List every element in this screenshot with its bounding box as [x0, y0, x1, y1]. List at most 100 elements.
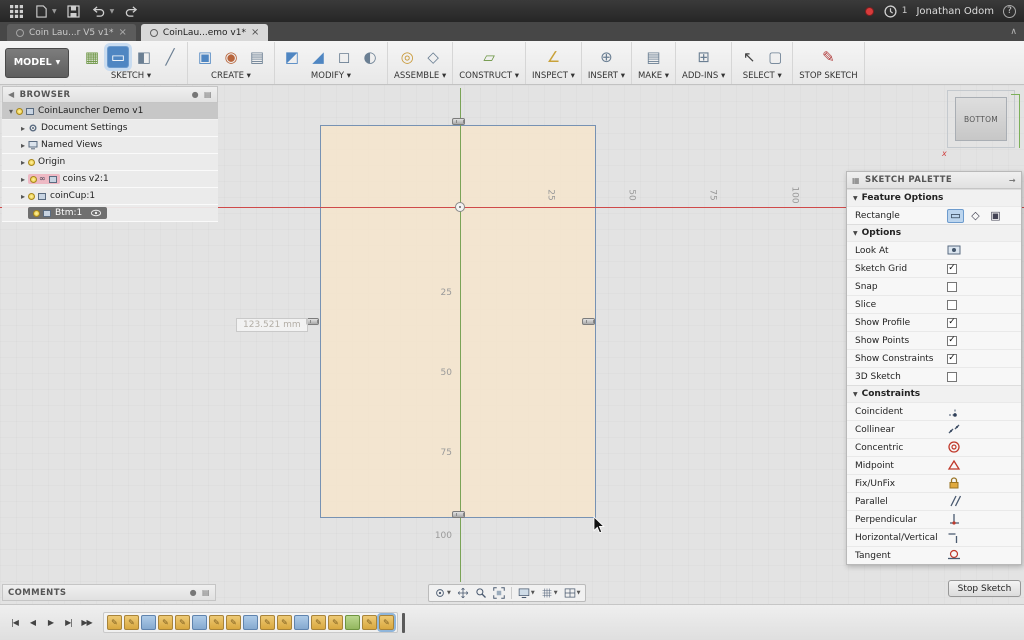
timeline-sketch-operation[interactable]: ✎ [226, 615, 241, 630]
app-menu-grid-icon[interactable] [8, 4, 24, 18]
document-tab-2-active[interactable]: CoinLau...emo v1* × [141, 24, 268, 41]
browser-item-named-views[interactable]: ▸Named Views [2, 137, 218, 154]
zoom-icon[interactable] [473, 585, 489, 601]
file-dropdown-caret-icon[interactable]: ▼ [52, 8, 57, 15]
rectangle-top-grip[interactable] [452, 118, 465, 125]
pattern-icon[interactable]: ▤ [246, 46, 268, 68]
browser-item-coincup-1[interactable]: ▸coinCup:1 [2, 188, 218, 205]
shell-icon[interactable]: ◻ [333, 46, 355, 68]
visibility-bulb-icon[interactable] [33, 210, 40, 217]
mirror-icon[interactable]: ◧ [133, 46, 155, 68]
visibility-bulb-icon[interactable] [28, 159, 35, 166]
origin-point[interactable] [455, 202, 465, 212]
step-forward-button[interactable]: ▶| [62, 616, 75, 630]
trim-icon[interactable]: ╱ [159, 46, 181, 68]
revolve-icon[interactable]: ◉ [220, 46, 242, 68]
slice-checkbox[interactable] [947, 300, 957, 310]
grid-settings-icon[interactable]: ▼ [539, 585, 560, 601]
orbit-icon[interactable]: ▼ [432, 585, 453, 601]
new-document-icon[interactable] [33, 4, 49, 18]
browser-item-origin[interactable]: ▸Origin [2, 154, 218, 171]
browser-item-document-settings[interactable]: ▸Document Settings [2, 120, 218, 137]
go-to-start-button[interactable]: |◀ [8, 616, 21, 630]
panel-options-icon[interactable]: ▤ [204, 90, 212, 99]
expand-arrow-icon[interactable]: ▸ [18, 158, 28, 167]
timeline-sketch-operation[interactable]: ✎ [328, 615, 343, 630]
rectangle-tool-icon[interactable]: ▭ [107, 46, 129, 68]
timeline-sketch-operation[interactable]: ✎ [107, 615, 122, 630]
timeline-sketch-operation[interactable]: ✎ [260, 615, 275, 630]
toolbar-menu-create[interactable]: CREATE ▾ [211, 71, 251, 81]
palette-section-options[interactable]: ▼Options [847, 224, 1021, 241]
timeline-sketch-operation[interactable]: ✎ [362, 615, 377, 630]
timeline-feature-operation[interactable] [192, 615, 207, 630]
perpendicular-icon[interactable] [947, 512, 962, 527]
toolbar-menu-select[interactable]: SELECT ▾ [743, 71, 782, 81]
expand-arrow-icon[interactable]: ▸ [18, 124, 28, 133]
go-to-end-button[interactable]: ▶▶ [80, 616, 93, 630]
look-at-icon[interactable] [947, 243, 962, 258]
record-dot-icon[interactable]: ● [190, 588, 197, 597]
toolbar-menu-sketch[interactable]: SKETCH ▾ [111, 71, 151, 81]
visibility-bulb-icon[interactable] [30, 176, 37, 183]
palette-section-feature-options[interactable]: ▼Feature Options [847, 189, 1021, 206]
toolbar-menu-inspect[interactable]: INSPECT ▾ [532, 71, 575, 81]
new-component-icon[interactable]: ◇ [422, 46, 444, 68]
toolbar-menu-insert[interactable]: INSERT ▾ [588, 71, 625, 81]
3d-print-icon[interactable]: ▤ [643, 46, 665, 68]
visibility-eye-icon[interactable] [90, 209, 102, 217]
visibility-bulb-icon[interactable] [28, 193, 35, 200]
undo-dropdown-caret-icon[interactable]: ▼ [110, 8, 115, 15]
collapse-panel-icon[interactable]: ◀ [8, 90, 15, 99]
notifications-indicator[interactable]: 1 [883, 4, 908, 18]
rectangle-2point-icon[interactable]: ▭ [947, 209, 964, 223]
sketch-grid-checkbox[interactable]: ✓ [947, 264, 957, 274]
tangent-icon[interactable] [947, 548, 962, 563]
browser-item-btm-1[interactable]: Btm:1 [2, 205, 218, 222]
toolbar-menu-modify[interactable]: MODIFY ▾ [311, 71, 351, 81]
visibility-bulb-icon[interactable] [16, 108, 23, 115]
fillet-icon[interactable]: ◢ [307, 46, 329, 68]
toolbar-menu-add-ins[interactable]: ADD-INS ▾ [682, 71, 725, 81]
screen-record-indicator[interactable] [865, 7, 874, 16]
pan-icon[interactable] [455, 585, 471, 601]
insert-icon[interactable]: ⊕ [595, 46, 617, 68]
expand-arrow-icon[interactable]: ▸ [18, 175, 28, 184]
workspace-switcher-button[interactable]: MODEL ▼ [5, 48, 69, 78]
parallel-icon[interactable] [947, 494, 962, 509]
show-constraints-checkbox[interactable]: ✓ [947, 354, 957, 364]
snap-checkbox[interactable] [947, 282, 957, 292]
3d-sketch-checkbox[interactable] [947, 372, 957, 382]
timeline-sketch-operation[interactable]: ✎ [277, 615, 292, 630]
create-sketch-icon[interactable]: ▦ [81, 46, 103, 68]
timeline-sketch-operation[interactable]: ✎ [158, 615, 173, 630]
combine-icon[interactable]: ◐ [359, 46, 381, 68]
step-back-button[interactable]: ◀ [26, 616, 39, 630]
display-settings-icon[interactable]: ▼ [516, 585, 537, 601]
timeline-sketch-operation[interactable]: ✎ [209, 615, 224, 630]
horizontal-vertical-icon[interactable] [947, 530, 962, 545]
fix-unfix-icon[interactable] [947, 476, 962, 491]
browser-item-coinlauncher-demo-v1[interactable]: ▾CoinLauncher Demo v1 [2, 103, 218, 120]
timeline-feature-operation[interactable] [294, 615, 309, 630]
timeline-sketch-operation[interactable]: ✎ [379, 615, 394, 630]
midpoint-icon[interactable] [947, 458, 962, 473]
comments-bar[interactable]: COMMENTS ● ▤ [2, 584, 216, 601]
viewcube[interactable]: BOTTOM x [942, 90, 1020, 156]
timeline-sketch-operation[interactable]: ✎ [124, 615, 139, 630]
user-account-menu[interactable]: Jonathan Odom [916, 6, 994, 17]
collapse-tabbar-icon[interactable]: ∧ [1010, 27, 1017, 37]
record-dot-icon[interactable]: ● [192, 90, 199, 99]
timeline-feature-operation[interactable] [243, 615, 258, 630]
expand-arrow-icon[interactable]: ▸ [18, 192, 28, 201]
browser-item-coins-v2-1[interactable]: ▸∞coins v2:1 [2, 171, 218, 188]
timeline-green-operation[interactable] [345, 615, 360, 630]
toolbar-menu-stop-sketch[interactable]: STOP SKETCH [799, 71, 857, 81]
timeline-feature-operation[interactable] [141, 615, 156, 630]
fit-icon[interactable] [491, 585, 507, 601]
select-cursor-icon[interactable]: ↖ [738, 46, 760, 68]
rectangle-right-grip[interactable] [582, 318, 595, 325]
collinear-icon[interactable] [947, 422, 962, 437]
dock-panel-icon[interactable]: → [1009, 176, 1016, 185]
timeline-position-marker[interactable] [402, 613, 405, 633]
